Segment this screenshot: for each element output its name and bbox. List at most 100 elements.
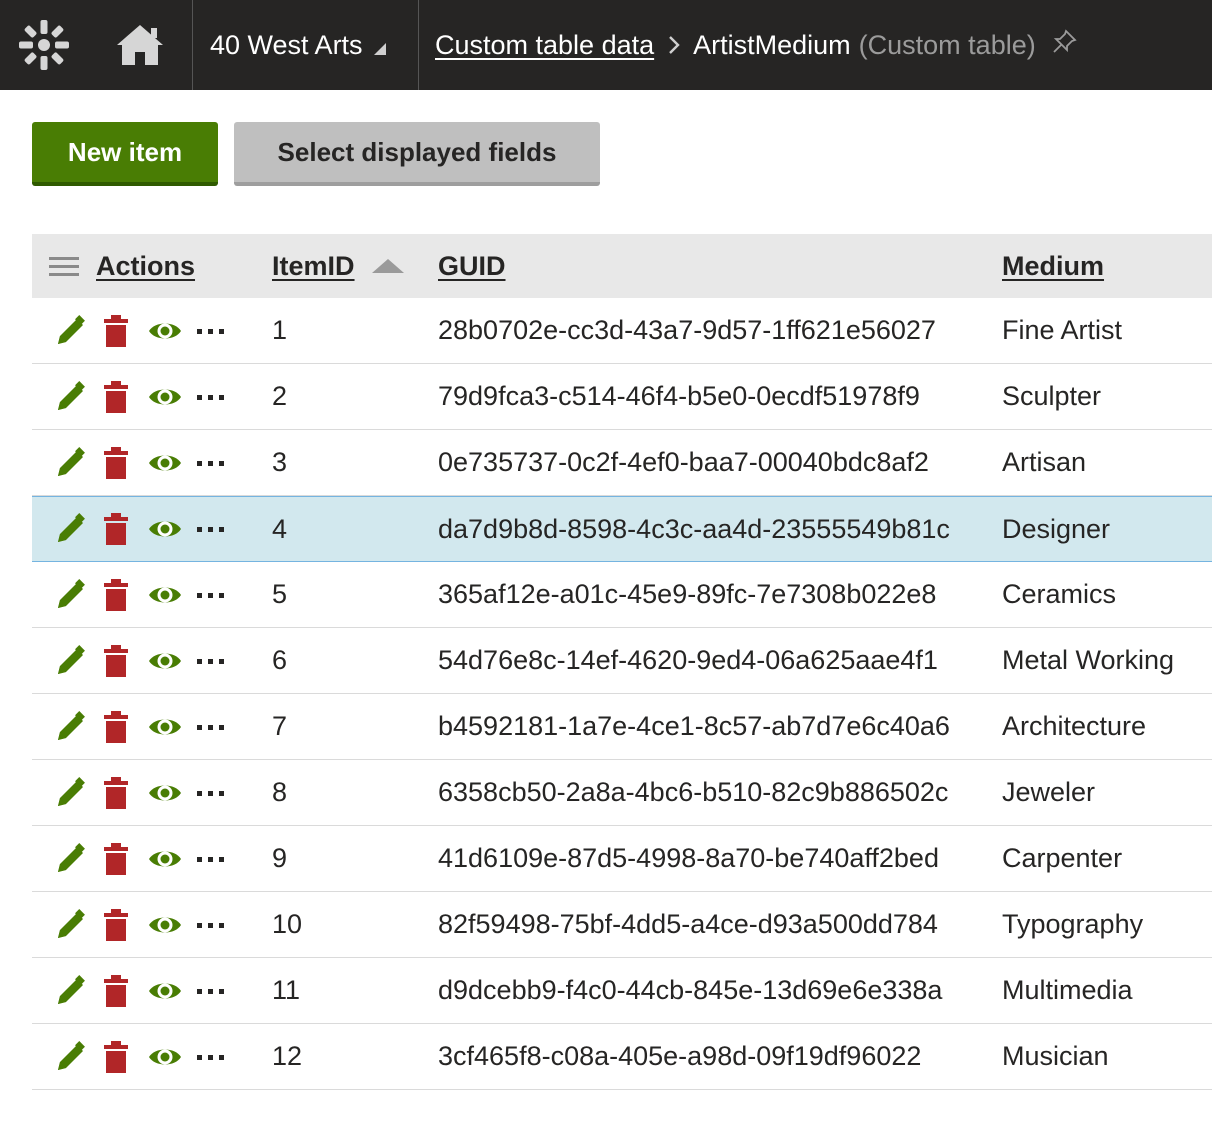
cell-medium: Designer [1002, 513, 1111, 544]
delete-trash-icon[interactable] [103, 644, 129, 678]
column-header-actions-label[interactable]: Actions [96, 251, 195, 282]
column-menu-icon[interactable] [49, 256, 79, 276]
table-row[interactable]: 3 0e735737-0c2f-4ef0-baa7-00040bdc8af2 Art… [32, 430, 1212, 496]
edit-pencil-icon[interactable] [54, 842, 88, 876]
edit-pencil-icon[interactable] [54, 974, 88, 1008]
table-row[interactable]: 5 365af12e-a01c-45e9-89fc-7e7308b022e8 Cer… [32, 562, 1212, 628]
view-eye-icon[interactable] [148, 913, 182, 937]
delete-trash-icon[interactable] [103, 974, 129, 1008]
delete-trash-icon[interactable] [103, 1040, 129, 1074]
delete-trash-icon[interactable] [103, 380, 129, 414]
breadcrumb-link-custom-table-data[interactable]: Custom table data [435, 30, 654, 61]
table-row[interactable]: 4 da7d9b8d-8598-4c3c-aa4d-23555549b81c Des… [32, 496, 1212, 562]
view-eye-icon[interactable] [148, 649, 182, 673]
delete-trash-icon[interactable] [103, 842, 129, 876]
table-row[interactable]: 2 79d9fca3-c514-46f4-b5e0-0ecdf51978f9 Scu… [32, 364, 1212, 430]
delete-trash-icon[interactable] [103, 908, 129, 942]
view-eye-icon[interactable] [148, 1045, 182, 1069]
edit-pencil-icon[interactable] [54, 776, 88, 810]
app-logo-icon[interactable] [0, 0, 88, 90]
view-eye-icon[interactable] [148, 451, 182, 475]
site-selector[interactable]: 40 West Arts [193, 0, 418, 90]
delete-trash-icon[interactable] [103, 776, 129, 810]
cell-itemid: 12 [272, 1041, 303, 1071]
cell-itemid: 5 [272, 579, 288, 609]
more-options-icon[interactable] [196, 393, 226, 401]
edit-pencil-icon[interactable] [54, 908, 88, 942]
delete-trash-icon[interactable] [103, 578, 129, 612]
delete-trash-icon[interactable] [103, 446, 129, 480]
sort-ascending-icon [371, 259, 404, 273]
edit-pencil-icon[interactable] [54, 314, 88, 348]
edit-pencil-icon[interactable] [54, 1040, 88, 1074]
delete-trash-icon[interactable] [103, 512, 129, 546]
pin-icon[interactable] [1052, 28, 1078, 54]
cell-medium: Jeweler [1002, 777, 1096, 807]
view-eye-icon[interactable] [148, 715, 182, 739]
column-header-itemid-label[interactable]: ItemID [272, 251, 355, 282]
cell-guid: 28b0702e-cc3d-43a7-9d57-1ff621e56027 [438, 315, 936, 345]
cell-itemid: 10 [272, 909, 303, 939]
edit-pencil-icon[interactable] [54, 710, 88, 744]
select-displayed-fields-button[interactable]: Select displayed fields [234, 122, 600, 186]
view-eye-icon[interactable] [148, 781, 182, 805]
cell-guid: 3cf465f8-c08a-405e-a98d-09f19df96022 [438, 1041, 922, 1071]
more-options-icon[interactable] [196, 591, 226, 599]
column-header-guid: GUID [438, 251, 1002, 282]
table-row[interactable]: 9 41d6109e-87d5-4998-8a70-be740aff2bed Car… [32, 826, 1212, 892]
cell-guid: 82f59498-75bf-4dd5-a4ce-d93a500dd784 [438, 909, 938, 939]
delete-trash-icon[interactable] [103, 314, 129, 348]
cell-itemid: 4 [272, 513, 288, 544]
more-options-icon[interactable] [196, 459, 226, 467]
cell-itemid: 7 [272, 711, 288, 741]
table-row[interactable]: 11 d9dcebb9-f4c0-44cb-845e-13d69e6e338a Mu… [32, 958, 1212, 1024]
table-row[interactable]: 1 28b0702e-cc3d-43a7-9d57-1ff621e56027 Fin… [32, 298, 1212, 364]
home-icon[interactable] [88, 0, 192, 90]
cell-medium: Sculpter [1002, 381, 1102, 411]
row-actions [32, 644, 272, 678]
table-row[interactable]: 12 3cf465f8-c08a-405e-a98d-09f19df96022 Mu… [32, 1024, 1212, 1090]
row-actions [32, 842, 272, 876]
cell-itemid: 6 [272, 645, 288, 675]
breadcrumb: Custom table data ArtistMedium (Custom t… [419, 0, 1078, 90]
table-row[interactable]: 8 6358cb50-2a8a-4bc6-b510-82c9b886502c Jew… [32, 760, 1212, 826]
cell-medium: Musician [1002, 1041, 1109, 1071]
cell-medium: Typography [1002, 909, 1144, 939]
more-options-icon[interactable] [196, 657, 226, 665]
more-options-icon[interactable] [196, 921, 226, 929]
new-item-button[interactable]: New item [32, 122, 218, 186]
cell-itemid: 11 [272, 975, 301, 1005]
view-eye-icon[interactable] [148, 385, 182, 409]
more-options-icon[interactable] [196, 987, 226, 995]
more-options-icon[interactable] [196, 1053, 226, 1061]
view-eye-icon[interactable] [148, 583, 182, 607]
more-options-icon[interactable] [196, 855, 226, 863]
more-options-icon[interactable] [196, 327, 226, 335]
column-header-medium-label[interactable]: Medium [1002, 251, 1104, 281]
more-options-icon[interactable] [196, 525, 226, 533]
delete-trash-icon[interactable] [103, 710, 129, 744]
view-eye-icon[interactable] [148, 319, 182, 343]
view-eye-icon[interactable] [148, 517, 182, 541]
site-dropdown-caret-icon [363, 34, 387, 56]
row-actions [32, 380, 272, 414]
view-eye-icon[interactable] [148, 979, 182, 1003]
table-row[interactable]: 7 b4592181-1a7e-4ce1-8c57-ab7d7e6c40a6 Arc… [32, 694, 1212, 760]
table-row[interactable]: 6 54d76e8c-14ef-4620-9ed4-06a625aae4f1 Met… [32, 628, 1212, 694]
edit-pencil-icon[interactable] [54, 512, 88, 546]
edit-pencil-icon[interactable] [54, 578, 88, 612]
row-actions [32, 776, 272, 810]
edit-pencil-icon[interactable] [54, 644, 88, 678]
breadcrumb-suffix: (Custom table) [858, 29, 1036, 60]
column-header-medium: Medium [1002, 251, 1212, 282]
column-header-guid-label[interactable]: GUID [438, 251, 506, 281]
table-row[interactable]: 10 82f59498-75bf-4dd5-a4ce-d93a500dd784 Ty… [32, 892, 1212, 958]
edit-pencil-icon[interactable] [54, 380, 88, 414]
cell-itemid: 8 [272, 777, 288, 807]
more-options-icon[interactable] [196, 723, 226, 731]
edit-pencil-icon[interactable] [54, 446, 88, 480]
more-options-icon[interactable] [196, 789, 226, 797]
chevron-right-icon [668, 35, 680, 55]
view-eye-icon[interactable] [148, 847, 182, 871]
site-name: 40 West Arts [210, 29, 363, 60]
